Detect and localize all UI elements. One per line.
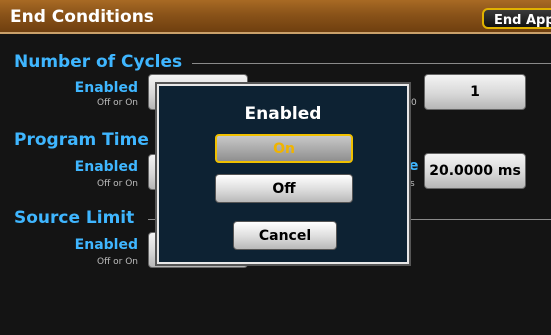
source-limit-enabled-label: Enabled — [74, 237, 138, 253]
cancel-button[interactable]: Cancel — [233, 221, 337, 250]
program-time-enabled-label: Enabled — [74, 159, 138, 175]
enabled-select-dialog: Enabled On Off Cancel — [157, 84, 409, 264]
end-app-button[interactable]: End App — [482, 8, 551, 29]
cycles-value-hint: 0 — [411, 98, 417, 108]
section-title-number-of-cycles: Number of Cycles — [14, 52, 183, 72]
program-time-value-button[interactable]: 20.0000 ms — [424, 153, 526, 189]
program-time-value-label: e — [409, 158, 419, 174]
title-bar: End Conditions End App — [0, 0, 551, 34]
page-title: End Conditions — [10, 7, 154, 27]
section-title-program-time: Program Time — [14, 130, 149, 150]
section-divider — [192, 63, 551, 64]
cycles-enabled-label: Enabled — [74, 80, 138, 96]
cycles-value-button[interactable]: 1 — [424, 74, 526, 110]
option-on-button[interactable]: On — [215, 134, 353, 163]
dialog-title: Enabled — [244, 104, 322, 124]
source-limit-enabled-hint: Off or On — [96, 257, 138, 267]
cycles-enabled-hint: Off or On — [96, 98, 138, 108]
section-title-source-limit: Source Limit — [14, 208, 135, 228]
program-time-value-hint: s — [410, 179, 415, 189]
option-off-button[interactable]: Off — [215, 174, 353, 203]
program-time-enabled-hint: Off or On — [96, 179, 138, 189]
